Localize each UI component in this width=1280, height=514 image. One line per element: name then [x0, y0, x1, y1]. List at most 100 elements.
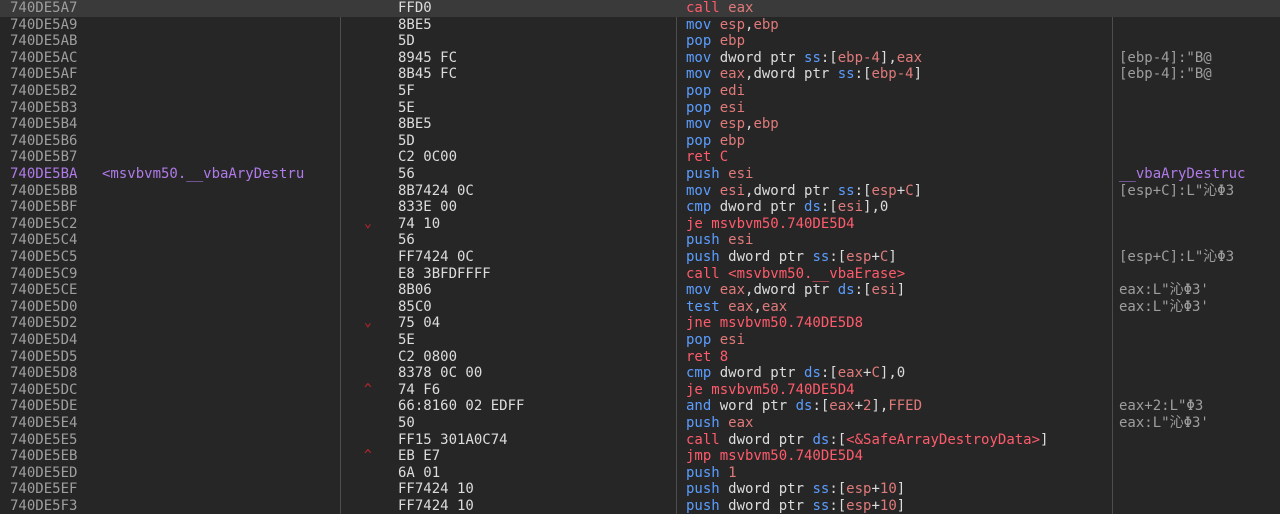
address-cell[interactable]: 740DE5DE: [10, 398, 98, 415]
address-cell[interactable]: 740DE5BF: [10, 199, 98, 216]
instruction-row[interactable]: 740DE5DC ^ 74 F6 je msvbvm50.740DE5D4: [0, 382, 1280, 399]
instruction-row[interactable]: 740DE5AC 8945 FC mov dword ptr ss:[ebp-4],…: [0, 50, 1280, 67]
instruction-row[interactable]: 740DE5D5 C2 0800 ret 8: [0, 349, 1280, 366]
instruction-row[interactable]: 740DE5BA <msvbvm50.__vbaAryDestru 56 push e…: [0, 166, 1280, 183]
instruction-cell[interactable]: call eax: [686, 0, 1112, 17]
address-cell[interactable]: 740DE5D4: [10, 332, 98, 349]
jump-down-arrow-icon[interactable]: ⌄: [364, 315, 388, 332]
address-cell[interactable]: 740DE5ED: [10, 465, 98, 482]
instruction-row[interactable]: 740DE5AF 8B45 FC mov eax,dword ptr ss:[ebp…: [0, 66, 1280, 83]
instruction-cell[interactable]: test eax,eax: [686, 299, 1112, 316]
address-cell[interactable]: 740DE5C9: [10, 266, 98, 283]
address-cell[interactable]: 740DE5AF: [10, 66, 98, 83]
jump-up-arrow-icon[interactable]: ^: [364, 448, 388, 465]
disassembly-view[interactable]: 740DE5A7 FFD0 call eax 740DE5A9 8BE5 mov esp,…: [0, 0, 1280, 514]
address-cell[interactable]: 740DE5AB: [10, 33, 98, 50]
instruction-row[interactable]: 740DE5A7 FFD0 call eax: [0, 0, 1280, 17]
instruction-cell[interactable]: pop ebp: [686, 133, 1112, 150]
instruction-cell[interactable]: mov esp,ebp: [686, 116, 1112, 133]
instruction-row[interactable]: 740DE5D0 85C0 test eax,eax eax:L"沁Φ3': [0, 299, 1280, 316]
instruction-row[interactable]: 740DE5ED 6A 01 push 1: [0, 465, 1280, 482]
address-cell[interactable]: 740DE5E4: [10, 415, 98, 432]
instruction-row[interactable]: 740DE5B3 5E pop esi: [0, 100, 1280, 117]
address-cell[interactable]: 740DE5B4: [10, 116, 98, 133]
instruction-row[interactable]: 740DE5F3 FF7424 10 push dword ptr ss:[esp+…: [0, 498, 1280, 514]
address-cell[interactable]: 740DE5EF: [10, 481, 98, 498]
instruction-cell[interactable]: je msvbvm50.740DE5D4: [686, 382, 1112, 399]
instruction-row[interactable]: 740DE5C2 ⌄ 74 10 je msvbvm50.740DE5D4: [0, 216, 1280, 233]
instruction-cell[interactable]: push eax: [686, 415, 1112, 432]
jump-up-arrow-icon[interactable]: ^: [364, 382, 388, 399]
instruction-row[interactable]: 740DE5B7 C2 0C00 ret C: [0, 149, 1280, 166]
instruction-row[interactable]: 740DE5EF FF7424 10 push dword ptr ss:[esp+…: [0, 481, 1280, 498]
instruction-cell[interactable]: pop esi: [686, 332, 1112, 349]
instruction-cell[interactable]: mov dword ptr ss:[ebp-4],eax: [686, 50, 1112, 67]
instruction-row[interactable]: 740DE5EB ^ EB E7 jmp msvbvm50.740DE5D4: [0, 448, 1280, 465]
instruction-row[interactable]: 740DE5D4 5E pop esi: [0, 332, 1280, 349]
address-cell[interactable]: 740DE5A9: [10, 17, 98, 34]
instruction-cell[interactable]: ret C: [686, 149, 1112, 166]
instruction-cell[interactable]: and word ptr ds:[eax+2],FFED: [686, 398, 1112, 415]
address-cell[interactable]: 740DE5D5: [10, 349, 98, 366]
instruction-row[interactable]: 740DE5A9 8BE5 mov esp,ebp: [0, 17, 1280, 34]
address-cell[interactable]: 740DE5BB: [10, 183, 98, 200]
instruction-row[interactable]: 740DE5AB 5D pop ebp: [0, 33, 1280, 50]
instruction-row[interactable]: 740DE5B4 8BE5 mov esp,ebp: [0, 116, 1280, 133]
instruction-cell[interactable]: mov esp,ebp: [686, 17, 1112, 34]
address-cell[interactable]: 740DE5B7: [10, 149, 98, 166]
instruction-row[interactable]: 740DE5C4 56 push esi: [0, 232, 1280, 249]
bytes-reference[interactable]: 301A0C74: [440, 431, 508, 449]
instruction-cell[interactable]: push esi: [686, 232, 1112, 249]
address-cell[interactable]: 740DE5C5: [10, 249, 98, 266]
address-cell[interactable]: 740DE5D8: [10, 365, 98, 382]
instruction-cell[interactable]: push 1: [686, 465, 1112, 482]
address-cell[interactable]: 740DE5B6: [10, 133, 98, 150]
instruction-cell[interactable]: ret 8: [686, 349, 1112, 366]
instruction-cell[interactable]: call dword ptr ds:[<&SafeArrayDestroyDat…: [686, 432, 1112, 449]
address-cell[interactable]: 740DE5DC: [10, 382, 98, 399]
instruction-row[interactable]: 740DE5B6 5D pop ebp: [0, 133, 1280, 150]
instruction-cell[interactable]: pop esi: [686, 100, 1112, 117]
instruction-row[interactable]: 740DE5BB 8B7424 0C mov esi,dword ptr ss:[e…: [0, 183, 1280, 200]
instruction-cell[interactable]: cmp dword ptr ds:[eax+C],0: [686, 365, 1112, 382]
jump-down-arrow-icon[interactable]: ⌄: [364, 216, 388, 233]
address-cell[interactable]: 740DE5C4: [10, 232, 98, 249]
address-cell[interactable]: 740DE5C2: [10, 216, 98, 233]
address-cell[interactable]: 740DE5AC: [10, 50, 98, 67]
instruction-cell[interactable]: mov eax,dword ptr ds:[esi]: [686, 282, 1112, 299]
address-cell[interactable]: 740DE5D2: [10, 315, 98, 332]
instruction-cell[interactable]: je msvbvm50.740DE5D4: [686, 216, 1112, 233]
instruction-cell[interactable]: push esi: [686, 166, 1112, 183]
instruction-row[interactable]: 740DE5DE 66:8160 02 EDFF and word ptr ds:[…: [0, 398, 1280, 415]
instruction-row[interactable]: 740DE5BF 833E 00 cmp dword ptr ds:[esi],0: [0, 199, 1280, 216]
instruction-cell[interactable]: call <msvbvm50.__vbaErase>: [686, 266, 1112, 283]
instruction-cell[interactable]: cmp dword ptr ds:[esi],0: [686, 199, 1112, 216]
instruction-row[interactable]: 740DE5E5 FF15 301A0C74 call dword ptr ds:[…: [0, 431, 1280, 449]
instruction-row[interactable]: 740DE5E4 50 push eax eax:L"沁Φ3': [0, 415, 1280, 432]
instruction-row[interactable]: 740DE5D2 ⌄ 75 04 jne msvbvm50.740DE5D8: [0, 315, 1280, 332]
instruction-cell[interactable]: jne msvbvm50.740DE5D8: [686, 315, 1112, 332]
instruction-cell[interactable]: mov esi,dword ptr ss:[esp+C]: [686, 183, 1112, 200]
instruction-cell[interactable]: push dword ptr ss:[esp+10]: [686, 481, 1112, 498]
instruction-row[interactable]: 740DE5C5 FF7424 0C push dword ptr ss:[esp+…: [0, 249, 1280, 266]
instruction-row[interactable]: 740DE5D8 8378 0C 00 cmp dword ptr ds:[eax+…: [0, 365, 1280, 382]
instruction-row[interactable]: 740DE5C9 E8 3BFDFFFF call <msvbvm50.__vbaE…: [0, 266, 1280, 283]
instruction-row[interactable]: 740DE5B2 5F pop edi: [0, 83, 1280, 100]
instruction-cell[interactable]: push dword ptr ss:[esp+C]: [686, 249, 1112, 266]
instruction-cell[interactable]: push dword ptr ss:[esp+10]: [686, 498, 1112, 514]
address-cell[interactable]: 740DE5D0: [10, 299, 98, 316]
address-cell[interactable]: 740DE5A7: [10, 0, 98, 17]
address-cell[interactable]: 740DE5EB: [10, 448, 98, 465]
address-cell[interactable]: 740DE5B3: [10, 100, 98, 117]
label-cell: [102, 66, 340, 83]
address-cell[interactable]: 740DE5E5: [10, 432, 98, 449]
address-cell[interactable]: 740DE5CE: [10, 282, 98, 299]
address-cell[interactable]: 740DE5F3: [10, 498, 98, 514]
address-cell[interactable]: 740DE5B2: [10, 83, 98, 100]
instruction-cell[interactable]: jmp msvbvm50.740DE5D4: [686, 448, 1112, 465]
instruction-cell[interactable]: mov eax,dword ptr ss:[ebp-4]: [686, 66, 1112, 83]
address-cell[interactable]: 740DE5BA: [10, 166, 98, 183]
instruction-cell[interactable]: pop ebp: [686, 33, 1112, 50]
instruction-cell[interactable]: pop edi: [686, 83, 1112, 100]
instruction-row[interactable]: 740DE5CE 8B06 mov eax,dword ptr ds:[esi] ea…: [0, 282, 1280, 299]
